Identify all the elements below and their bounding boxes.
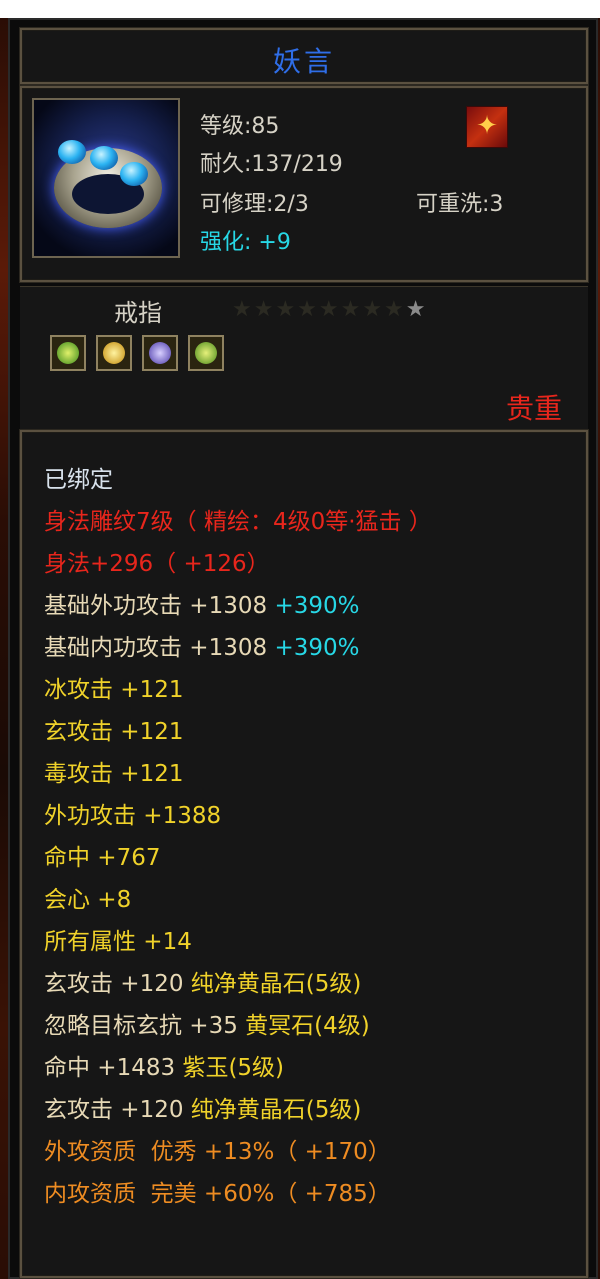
item-repairable: 可修理:2/3	[200, 192, 309, 217]
attribute-text: 纯净黄晶石(5级)	[190, 971, 362, 997]
blue-gem-icon	[120, 162, 148, 186]
attribute-text: 冰攻击 +121	[44, 677, 184, 703]
item-rewash: 可重洗:3	[416, 192, 504, 217]
item-tooltip: 妖言 等级:85 耐久:137/219 可修理:2/3 可重洗:3 强化: +9…	[8, 18, 598, 1279]
attribute-text: 纯净黄晶石(5级)	[190, 1097, 362, 1123]
star-rating-dim: ★★★★★★★★	[232, 297, 406, 322]
attribute-line: 外功攻击 +1388	[44, 796, 221, 830]
title-panel: 妖言	[20, 28, 588, 84]
attribute-line: 身法+296（ +126）	[44, 544, 270, 578]
attribute-line: 玄攻击 +120 纯净黄晶石(5级)	[44, 1090, 361, 1124]
attribute-line: 所有属性 +14	[44, 922, 192, 956]
item-type-panel: 戒指 ★★★★★★★★★ 贵重	[20, 286, 588, 437]
attribute-line: 基础外功攻击 +1308 +390%	[44, 586, 359, 620]
attribute-text: 外攻资质 优秀 +13%（ +170）	[44, 1139, 391, 1165]
item-enhance: 强化: +9	[200, 230, 291, 255]
class-emblem-icon: ✦	[466, 106, 508, 148]
attribute-text: 基础外功攻击 +1308	[44, 593, 275, 619]
attribute-text: 黄冥石(4级)	[245, 1013, 370, 1039]
attribute-panel: 已绑定身法雕纹7级（ 精绘：4级0等·猛击 ） 身法+296（ +126） 基础外功…	[20, 430, 588, 1278]
item-durability: 耐久:137/219	[200, 152, 343, 177]
gem-slot-green[interactable]	[50, 335, 86, 371]
attribute-text: 身法+296（ +126）	[44, 551, 270, 577]
attribute-line: 忽略目标玄抗 +35 黄冥石(4级)	[44, 1006, 370, 1040]
attribute-line: 玄攻击 +120 纯净黄晶石(5级)	[44, 964, 361, 998]
attribute-text: 命中 +767	[44, 845, 161, 871]
attribute-line: 外攻资质 优秀 +13%（ +170）	[44, 1132, 391, 1166]
attribute-line: 玄攻击 +121	[44, 712, 183, 746]
attribute-text: 身法雕纹7级（ 精绘：4级0等·猛击 ）	[44, 509, 432, 535]
attribute-text: 玄攻击 +120	[44, 971, 191, 997]
attribute-text: 玄攻击 +120	[44, 1097, 191, 1123]
attribute-line: 会心 +8	[44, 880, 131, 914]
attribute-text: 玄攻击 +121	[44, 719, 184, 745]
item-type: 戒指	[114, 299, 162, 327]
gem-slot-purple[interactable]	[142, 335, 178, 371]
item-info-panel: 等级:85 耐久:137/219 可修理:2/3 可重洗:3 强化: +9 ✦	[20, 86, 588, 282]
attribute-text: 忽略目标玄抗 +35	[44, 1013, 246, 1039]
attribute-line: 基础内功攻击 +1308 +390%	[44, 628, 359, 662]
star-rating: ★★★★★★★★★	[232, 297, 428, 322]
attribute-line: 已绑定	[44, 460, 113, 494]
attribute-text: 外功攻击 +1388	[44, 803, 222, 829]
star-rating-lit: ★	[405, 297, 428, 322]
attribute-text: 基础内功攻击 +1308	[44, 635, 275, 661]
attribute-text: 已绑定	[44, 467, 113, 493]
attribute-text: 内攻资质 完美 +60%（ +785）	[44, 1181, 391, 1207]
item-name: 妖言	[272, 45, 335, 78]
gem-slot-yellow[interactable]	[96, 335, 132, 371]
attribute-text: 所有属性 +14	[44, 929, 192, 955]
attribute-text: 命中 +1483	[44, 1055, 183, 1081]
attribute-text: 毒攻击 +121	[44, 761, 184, 787]
attribute-text: +390%	[274, 635, 360, 661]
attribute-text: 会心 +8	[44, 887, 132, 913]
attribute-line: 冰攻击 +121	[44, 670, 183, 704]
attribute-line: 命中 +1483 紫玉(5级)	[44, 1048, 284, 1082]
attribute-line: 身法雕纹7级（ 精绘：4级0等·猛击 ）	[44, 502, 432, 536]
attribute-line: 命中 +767	[44, 838, 160, 872]
gem-slot-green[interactable]	[188, 335, 224, 371]
ring-item-icon[interactable]	[32, 98, 180, 258]
background-left-strip	[0, 18, 8, 1279]
blue-gem-icon	[58, 140, 86, 164]
item-rarity: 贵重	[505, 392, 562, 425]
blue-gem-icon	[90, 146, 118, 170]
attribute-text: 紫玉(5级)	[182, 1055, 285, 1081]
attribute-line: 毒攻击 +121	[44, 754, 183, 788]
item-level: 等级:85	[200, 114, 280, 139]
attribute-line: 内攻资质 完美 +60%（ +785）	[44, 1174, 391, 1208]
attribute-text: +390%	[274, 593, 360, 619]
